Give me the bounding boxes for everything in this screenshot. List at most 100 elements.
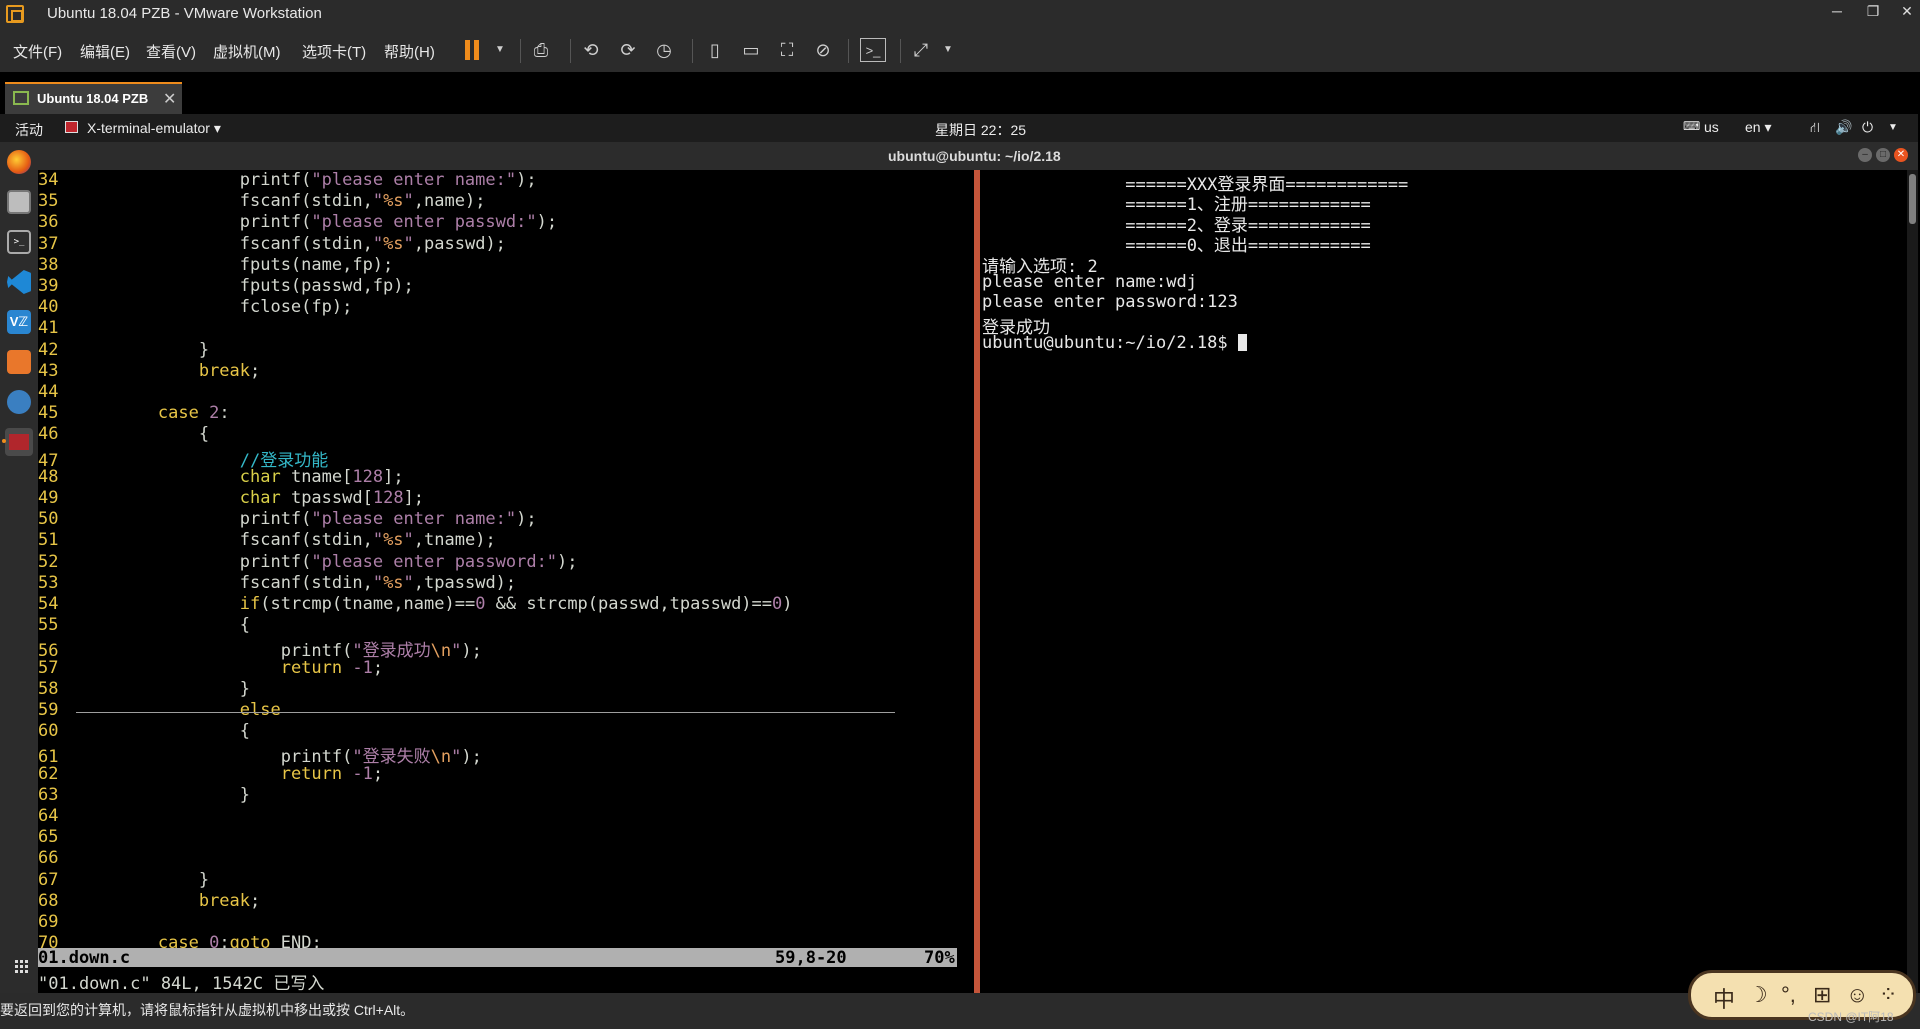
line-number: 42: [38, 339, 59, 360]
terminal-title: ubuntu@ubuntu: ~/io/2.18: [888, 148, 1061, 164]
vim-code-line: 49 char tpasswd[128];: [38, 488, 424, 509]
tab-close-icon[interactable]: ✕: [163, 89, 176, 109]
activities-button[interactable]: 活动: [15, 120, 43, 140]
ime-skin-icon[interactable]: ☺: [1846, 982, 1868, 1008]
firefox-icon[interactable]: [7, 150, 31, 174]
vim-code-line: 34 printf("please enter name:");: [38, 170, 537, 191]
shell-output-line: ======2、登录============: [982, 215, 1371, 236]
vim-code-line: 65: [38, 827, 76, 848]
pause-vm-icon[interactable]: [460, 38, 486, 62]
terminal-minimize-button[interactable]: –: [1858, 148, 1872, 162]
network-icon[interactable]: ⛙: [1810, 119, 1820, 138]
vmware-menubar: 文件(F) 编辑(E) 查看(V) 虚拟机(M) 选项卡(T) 帮助(H) ▼ …: [0, 29, 1920, 72]
line-number: 50: [38, 509, 59, 530]
vim-pane[interactable]: 34 printf("please enter name:"); 35 fscan…: [38, 170, 957, 994]
volume-icon[interactable]: 🔊: [1835, 119, 1852, 136]
vim-message: "01.down.c" 84L, 1542C 已写入: [38, 974, 325, 994]
vim-code-line: 38 fputs(name,fp);: [38, 255, 393, 276]
network-tool-icon[interactable]: [7, 390, 31, 414]
terminal-icon[interactable]: >_: [7, 230, 31, 254]
unity-icon[interactable]: ⊘: [810, 38, 836, 62]
vim-code-line: 43 break;: [38, 361, 260, 382]
revert-snapshot-icon[interactable]: ⟳: [615, 38, 641, 62]
ime-moon-icon[interactable]: ☽: [1748, 982, 1768, 1008]
shell-prompt[interactable]: ubuntu@ubuntu:~/io/2.18$: [982, 333, 1247, 353]
keyboard-layout[interactable]: us: [1704, 119, 1719, 135]
vim-code-line: 52 printf("please enter password:");: [38, 552, 578, 573]
full-screen-icon[interactable]: ⛶: [774, 38, 800, 62]
code-text: {: [76, 721, 250, 742]
vim-code-line: 47 //登录功能: [38, 446, 328, 471]
shell-output-line: please enter name:wdj: [982, 272, 1197, 292]
menu-edit[interactable]: 编辑(E): [80, 41, 130, 62]
vim-code-line: 63 }: [38, 785, 250, 806]
vim-code-line: 40 fclose(fp);: [38, 297, 352, 318]
vim-status-percent: 70%: [924, 948, 955, 968]
restore-button[interactable]: ❐: [1858, 3, 1888, 20]
menu-view[interactable]: 查看(V): [146, 41, 196, 62]
vim-status-line: 01.down.c 59,8-20 70%: [38, 948, 957, 968]
code-text: case 2:: [157, 403, 230, 424]
code-text: char tpasswd[128];: [239, 488, 425, 508]
files-icon[interactable]: [7, 190, 31, 214]
terminal-body[interactable]: 34 printf("please enter name:"); 35 fscan…: [38, 170, 1918, 994]
menu-vm[interactable]: 虚拟机(M): [213, 41, 281, 62]
send-ctrl-alt-del-icon[interactable]: ⎙: [528, 38, 554, 62]
show-applications-icon[interactable]: [15, 960, 29, 974]
code-text: }: [76, 678, 250, 699]
vnc-viewer-icon[interactable]: Vℤ: [7, 310, 31, 334]
vim-code-line: 58 }: [38, 679, 250, 700]
vim-status-position: 59,8-20: [775, 948, 847, 968]
show-library-icon[interactable]: ▯: [702, 38, 728, 62]
line-number: 44: [38, 382, 59, 402]
line-number: 60: [38, 721, 59, 742]
power-icon[interactable]: ⏻: [1862, 119, 1873, 136]
keyboard-icon[interactable]: ⌨: [1683, 119, 1700, 133]
vscode-icon[interactable]: [7, 270, 31, 294]
terminal-close-button[interactable]: ✕: [1894, 148, 1908, 162]
console-view-icon[interactable]: >_: [860, 38, 886, 62]
pause-dropdown-icon[interactable]: ▼: [487, 38, 513, 62]
stretch-guest-icon[interactable]: ⤢: [908, 38, 934, 62]
menu-file[interactable]: 文件(F): [13, 41, 62, 62]
line-number: 58: [38, 678, 59, 699]
stretch-dropdown-icon[interactable]: ▼: [935, 38, 961, 62]
ime-punctuation-icon[interactable]: °,: [1781, 982, 1796, 1008]
close-window-button[interactable]: ✕: [1892, 3, 1920, 20]
code-text: printf("please enter name:");: [76, 170, 537, 190]
tab-ubuntu-vm[interactable]: Ubuntu 18.04 PZB ✕: [5, 82, 182, 114]
vim-code-line: 53 fscanf(stdin,"%s",tpasswd);: [38, 573, 516, 594]
shell-scrollbar[interactable]: [1907, 170, 1918, 993]
minimize-button[interactable]: ─: [1822, 3, 1852, 19]
code-text: break;: [198, 890, 261, 911]
ime-more-icon[interactable]: ⁘: [1879, 982, 1897, 1008]
thumbnail-bar-icon[interactable]: ▭: [738, 38, 764, 62]
snapshot-manager-icon[interactable]: ◷: [651, 38, 677, 62]
shell-pane[interactable]: ======XXX登录界面============ ======1、注册====…: [982, 170, 1918, 993]
snapshot-icon[interactable]: ⟲: [578, 38, 604, 62]
code-text: fputs(name,fp);: [76, 254, 394, 275]
ime-keyboard-icon[interactable]: ⊞: [1813, 982, 1831, 1008]
tab-label: Ubuntu 18.04 PZB: [37, 91, 149, 106]
terminal-maximize-button[interactable]: □: [1876, 148, 1890, 162]
menu-tabs[interactable]: 选项卡(T): [302, 41, 366, 62]
active-terminal-icon[interactable]: [5, 428, 33, 456]
system-menu-arrow-icon[interactable]: ▼: [1888, 122, 1898, 133]
line-number: 35: [38, 191, 59, 212]
code-text: }: [76, 869, 210, 890]
line-number: 53: [38, 572, 59, 593]
vim-code-line: 62 return -1;: [38, 764, 383, 785]
pane-divider[interactable]: [974, 170, 980, 993]
ime-chinese-mode[interactable]: 中: [1713, 982, 1735, 1014]
scrollbar-thumb[interactable]: [1909, 174, 1916, 224]
input-language[interactable]: en ▾: [1745, 119, 1772, 136]
vmware-tab-strip: Ubuntu 18.04 PZB ✕: [0, 72, 1920, 114]
code-text: fscanf(stdin,"%s",passwd);: [76, 233, 506, 254]
software-center-icon[interactable]: [7, 350, 31, 374]
vim-code-line: 55 {: [38, 615, 250, 636]
vim-code-line: 66: [38, 848, 76, 869]
app-menu[interactable]: X-terminal-emulator ▾: [87, 120, 221, 137]
menu-help[interactable]: 帮助(H): [384, 41, 435, 62]
clock[interactable]: 星期日 22：25: [935, 120, 1026, 140]
line-number: 45: [38, 403, 59, 424]
